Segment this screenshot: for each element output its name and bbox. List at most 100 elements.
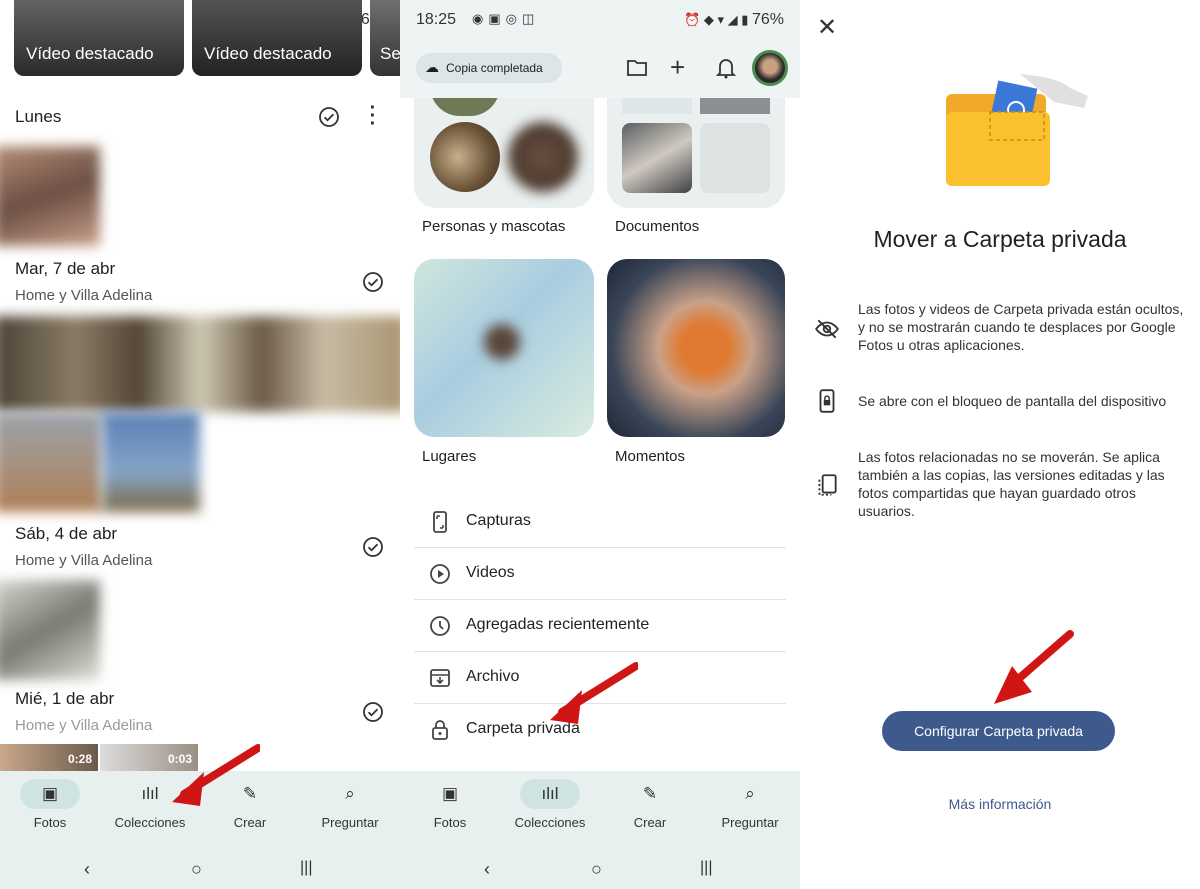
list-item-carpeta-privada[interactable]: Carpeta privada [414,704,786,756]
notification-icons: ◉▣◎◫ [472,11,540,26]
nav-label: Preguntar [321,815,379,830]
list-item-label: Archivo [466,668,520,685]
nav-fotos[interactable]: ▣ Fotos [405,779,495,830]
copies-icon [818,474,837,496]
private-folder-screen: ✕ Mover a Carpeta privada Las fotos y vi… [800,0,1200,889]
photo-thumbnail[interactable] [0,580,100,680]
back-icon[interactable]: ‹ [84,859,90,880]
places-tile[interactable] [414,259,594,437]
nav-colecciones[interactable]: ılıl Colecciones [505,779,595,830]
select-day-icon[interactable] [362,271,384,293]
more-options-icon[interactable]: · · · [366,98,380,134]
documents-tile[interactable] [607,98,785,208]
photo-icon: ▣ [20,779,80,809]
photo-thumbnail[interactable] [102,412,200,512]
moments-tile[interactable] [607,259,785,437]
configure-private-folder-button[interactable]: Configurar Carpeta privada [882,711,1115,751]
day-location: Home y Villa Adelina [15,552,153,569]
video-thumbnail[interactable]: 0:03 [100,744,198,774]
backup-status-chip[interactable]: ☁ Copia completada [416,53,562,83]
recents-icon[interactable]: ||| [300,859,312,877]
tile-label: Documentos [615,218,700,235]
archive-icon [430,669,450,687]
video-thumbnail[interactable]: 0:28 [0,744,98,774]
collections-screen: 18:25 ◉▣◎◫ ⏰ ◆ ▾ ◢ ▮ 76% ☁ Copia complet… [400,0,800,889]
private-folder-illustration [946,74,1088,186]
play-circle-icon [430,564,450,584]
photo-thumbnail[interactable] [0,412,102,512]
folder-icon[interactable] [626,58,648,78]
list-item-label: Carpeta privada [466,720,580,737]
nav-label: Fotos [433,815,467,830]
nav-preguntar[interactable]: ⌕ Preguntar [305,779,395,830]
featured-video-card[interactable]: Vídeo destacado [14,0,184,76]
people-pets-tile[interactable] [414,98,594,208]
list-item-label: Capturas [466,512,531,529]
nav-fotos[interactable]: ▣ Fotos [5,779,95,830]
list-item-archivo[interactable]: Archivo [414,652,786,704]
red-arrow-icon [994,630,1074,704]
back-icon[interactable]: ‹ [484,859,490,880]
nav-colecciones[interactable]: ılıl Colecciones [105,779,195,830]
photo-icon: ▣ [441,784,459,803]
feature-hidden-text: Las fotos y videos de Carpeta privada es… [858,301,1184,353]
close-icon[interactable]: ✕ [817,13,837,42]
nav-label: Preguntar [721,815,779,830]
tile-label: Personas y mascotas [422,218,566,235]
add-icon[interactable]: + [670,52,685,83]
person-thumbnail [508,122,578,192]
ask-search-icon: ⌕ [745,784,755,803]
page-title: Mover a Carpeta privada [873,226,1127,252]
nav-crear[interactable]: ✎ Crear [605,779,695,830]
nav-label: Colecciones [114,815,186,830]
day-location: Home y Villa Adelina [15,717,153,734]
home-icon[interactable]: ○ [591,859,602,880]
phone-lock-icon [819,389,835,413]
recents-icon[interactable]: ||| [700,859,712,877]
nav-preguntar[interactable]: ⌕ Preguntar [705,779,795,830]
day-header: Sáb, 4 de abr [15,524,118,543]
nav-label: Crear [233,815,267,830]
bottom-navigation: ▣ Fotos ılıl Colecciones ✎ Crear ⌕ Pregu… [0,771,400,889]
pet-thumbnail [430,122,500,192]
brush-icon: ✎ [642,784,658,803]
feature-related-text: Las fotos relacionadas no se moverán. Se… [858,449,1165,519]
eye-off-icon [815,319,839,339]
photos-screen: 18:25 ◉▣◎◫ ⏰ ◆ ▾ ◢ ▮ 76% Vídeo destacado… [0,0,400,889]
photo-thumbnail[interactable] [0,316,400,412]
more-info-link[interactable]: Más información [800,796,1200,812]
day-header: Mar, 7 de abr [15,259,116,278]
list-item-videos[interactable]: Videos [414,548,786,600]
person-thumbnail [430,98,500,116]
collections-icon: ılıl [141,784,159,803]
featured-video-card[interactable]: Vídeo destacado [192,0,362,76]
feature-lock-text: Se abre con el bloqueo de pantalla del d… [858,393,1167,409]
backup-status-label: Copia completada [446,61,543,75]
list-item-recent[interactable]: Agregadas recientemente [414,600,786,652]
document-thumbnail [622,123,692,193]
nav-crear[interactable]: ✎ Crear [205,779,295,830]
status-time: 18:25 [416,11,457,28]
bottom-navigation: ▣ Fotos ılıl Colecciones ✎ Crear ⌕ Pregu… [400,771,800,889]
photo-thumbnail[interactable] [0,146,100,246]
tile-label: Lugares [422,448,477,465]
list-item-label: Videos [466,564,515,581]
day-header: Mié, 1 de abr [15,689,115,708]
select-day-icon[interactable] [362,701,384,723]
featured-video-card[interactable]: Se [370,0,400,76]
home-icon[interactable]: ○ [191,859,202,880]
video-duration: 0:03 [167,752,192,766]
select-day-icon[interactable] [318,106,340,128]
day-location: Home y Villa Adelina [15,287,153,304]
notifications-bell-icon[interactable] [716,57,736,79]
select-day-icon[interactable] [362,536,384,558]
featured-video-label: Vídeo destacado [204,44,332,63]
avatar[interactable] [752,50,788,86]
video-duration: 0:28 [67,752,92,766]
document-thumbnail [622,98,692,114]
map-location-pin [484,324,520,360]
list-item-capturas[interactable]: Capturas [414,496,786,548]
nav-label: Crear [633,815,667,830]
list-item-label: Agregadas recientemente [466,616,650,633]
brush-icon: ✎ [242,784,258,803]
